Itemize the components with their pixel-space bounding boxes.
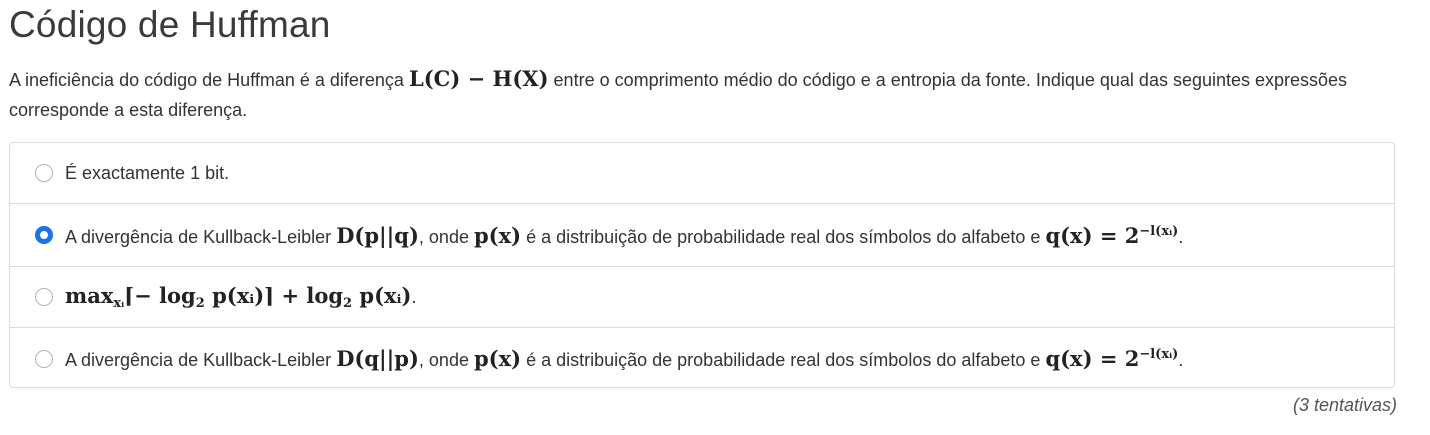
- option-4-math-d: D(q||p): [336, 346, 419, 371]
- radio-option-3[interactable]: [35, 288, 53, 306]
- option-2-math-q: q(x) = 2−l(xᵢ): [1045, 223, 1178, 248]
- option-2-pre: A divergência de Kullback-Leibler: [65, 226, 332, 247]
- option-3[interactable]: maxxᵢ⌈− log2 p(xᵢ)⌉ + log2 p(xᵢ).: [10, 267, 1394, 328]
- option-4-pre: A divergência de Kullback-Leibler: [65, 350, 332, 370]
- option-4[interactable]: A divergência de Kullback-Leibler D(q||p…: [10, 328, 1394, 389]
- option-2-math-q-base: q(x) = 2: [1045, 222, 1140, 248]
- option-2-mid2: é a distribuição de probabilidade real d…: [526, 226, 1041, 247]
- option-4-mid2: é a distribuição de probabilidade real d…: [526, 350, 1041, 370]
- option-1[interactable]: É exactamente 1 bit.: [10, 143, 1394, 204]
- option-3-end: .: [411, 287, 417, 307]
- attempts-counter: (3 tentativas): [1292, 395, 1397, 415]
- option-2[interactable]: A divergência de Kullback-Leibler D(p||q…: [10, 204, 1394, 267]
- option-2-math-d: D(p||q): [336, 222, 419, 248]
- option-4-end: .: [1178, 350, 1184, 370]
- radio-option-4[interactable]: [35, 349, 53, 368]
- option-4-label: A divergência de Kullback-Leibler D(q||p…: [65, 346, 1183, 371]
- option-2-math-q-exp: −l(xᵢ): [1139, 223, 1179, 239]
- option-2-math-p: p(x): [473, 222, 522, 248]
- radio-option-2-selected[interactable]: [35, 226, 53, 244]
- option-4-mid1: , onde: [418, 350, 469, 370]
- question-pre: A ineficiência do código de Huffman é a …: [9, 70, 404, 90]
- option-3-expr: ⌈− log: [124, 283, 196, 308]
- option-2-end: .: [1178, 226, 1184, 247]
- option-2-label: A divergência de Kullback-Leibler D(p||q…: [65, 223, 1183, 248]
- option-4-math-p: p(x): [473, 346, 522, 371]
- option-2-mid1: , onde: [418, 226, 469, 247]
- option-3-max: max: [65, 283, 114, 308]
- option-1-label: É exactamente 1 bit.: [65, 162, 230, 183]
- answer-options: É exactamente 1 bit. A divergência de Ku…: [9, 142, 1395, 388]
- question-text: A ineficiência do código de Huffman é a …: [9, 64, 1404, 125]
- option-3-base: 2: [195, 296, 205, 311]
- option-4-math-q-base: q(x) = 2: [1045, 346, 1140, 371]
- option-3-math: maxxᵢ⌈− log2 p(xᵢ)⌉ + log2 p(xᵢ).: [65, 283, 417, 311]
- option-3-expr2: p(xᵢ)⌉ + log: [212, 283, 344, 308]
- radio-option-1[interactable]: [35, 164, 53, 182]
- option-4-math-q-exp: −l(xᵢ): [1139, 347, 1179, 362]
- option-3-expr3: p(xᵢ): [359, 283, 412, 308]
- question-math: L(C) − H(X): [408, 66, 549, 91]
- option-3-max-sub: xᵢ: [113, 296, 125, 311]
- option-3-base2: 2: [343, 296, 353, 311]
- page-title: Código de Huffman: [9, 4, 331, 45]
- option-4-math-q: q(x) = 2−l(xᵢ): [1045, 346, 1178, 371]
- quiz-page: Código de Huffman A ineficiência do códi…: [0, 0, 1430, 435]
